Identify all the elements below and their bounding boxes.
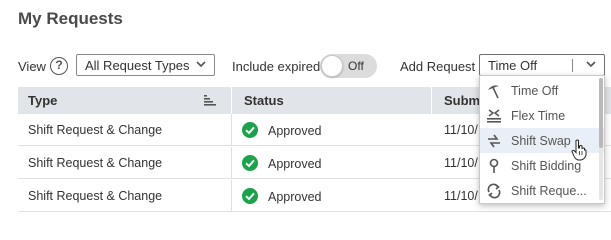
row-status: Approved [268,157,322,171]
page-title: My Requests [18,9,123,28]
row-status: Approved [268,190,322,204]
chevron-down-icon [196,61,206,68]
menu-item-time-off[interactable]: Time Off [480,78,604,103]
add-request-select-value: Time Off [488,58,538,73]
cycle-arrows-icon [487,183,501,199]
column-header-type[interactable]: Type [28,93,57,108]
include-expired-label: Include expired [232,59,321,74]
menu-item-label: Time Off [511,84,559,98]
menu-item-label: Flex Time [511,109,566,123]
row-type: Shift Request & Change [28,123,163,137]
row-submitted: 11/10/ [444,189,478,203]
menu-item-shift-request[interactable]: Shift Reque... [480,178,604,203]
menu-item-label: Shift Swap [511,134,571,148]
check-circle-icon [242,155,258,171]
row-status: Approved [268,124,322,138]
view-select-value: All Request Types [85,58,190,73]
pin-icon [489,158,499,173]
column-divider [231,87,232,114]
dropdown-scrollbar-thumb[interactable] [599,78,603,148]
column-header-status[interactable]: Status [244,93,284,108]
row-submitted: 11/10/ [444,123,478,137]
include-expired-toggle[interactable]: Off [320,54,377,78]
menu-item-label: Shift Bidding [511,159,582,173]
view-select[interactable]: All Request Types [76,54,215,76]
add-request-select[interactable]: Time Off [479,54,605,76]
menu-item-flex-time[interactable]: Flex Time [480,103,604,128]
column-divider [431,87,432,114]
view-label: View [18,59,46,74]
check-circle-icon [242,122,258,138]
flex-time-icon [487,109,501,123]
beach-umbrella-icon [488,85,499,99]
select-divider [572,59,573,72]
row-type: Shift Request & Change [28,156,163,170]
column-divider [231,180,232,212]
menu-item-label: Shift Reque... [511,184,587,198]
column-header-submitted[interactable]: Subm [444,93,480,108]
add-request-label: Add Request [400,59,476,74]
column-divider [231,147,232,179]
check-circle-icon [242,188,258,204]
chevron-down-icon [586,61,596,68]
toggle-state-label: Off [348,59,364,73]
toggle-knob [321,55,343,77]
sort-icon[interactable] [203,94,217,107]
swap-icon [488,134,500,148]
help-circle-icon[interactable]: ? [50,57,68,75]
row-type: Shift Request & Change [28,189,163,203]
column-divider [231,114,232,146]
hand-cursor-icon [571,139,587,161]
row-submitted: 11/10/ [444,156,478,170]
